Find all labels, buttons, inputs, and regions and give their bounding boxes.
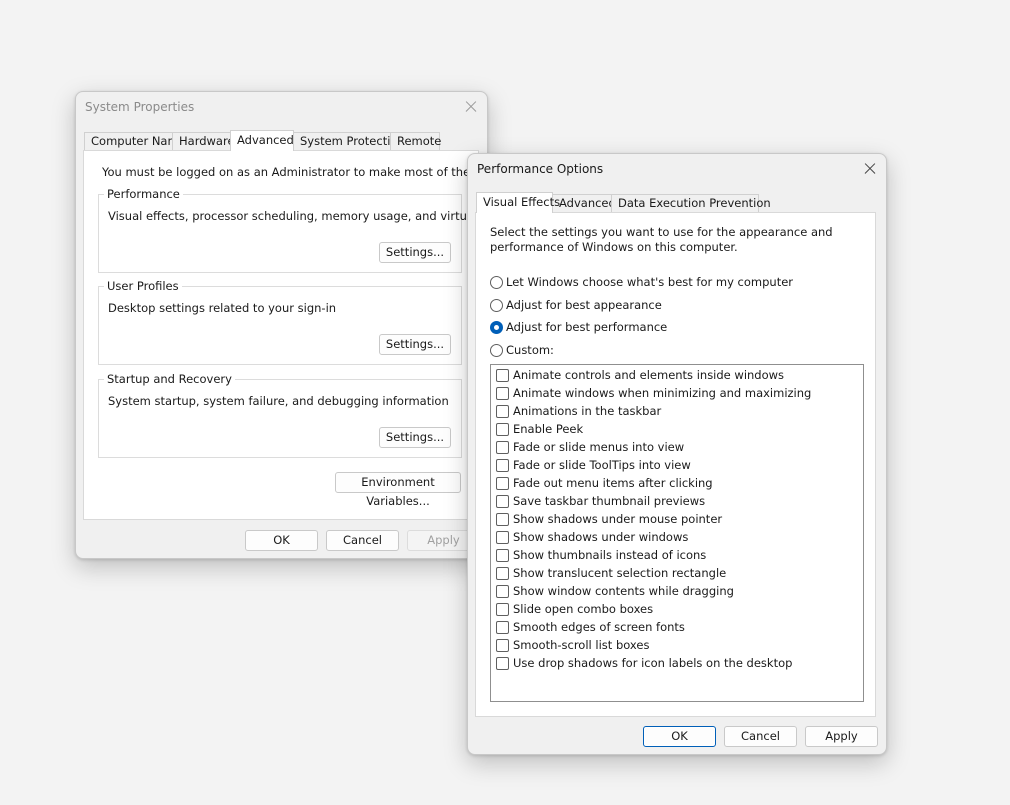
checkbox[interactable] [496, 657, 509, 670]
checkbox-label: Fade out menu items after clicking [513, 476, 713, 490]
intro-text: Select the settings you want to use for … [490, 225, 833, 255]
group-description: System startup, system failure, and debu… [108, 394, 449, 408]
checkbox[interactable] [496, 513, 509, 526]
checkbox-label: Smooth-scroll list boxes [513, 638, 650, 652]
user-profiles-group: User Profiles Desktop settings related t… [98, 279, 462, 365]
startup-recovery-settings-button[interactable]: Settings... [379, 427, 451, 448]
checkbox-label: Use drop shadows for icon labels on the … [513, 656, 793, 670]
checkbox[interactable] [496, 405, 509, 418]
radio-label: Adjust for best appearance [506, 298, 662, 312]
checkbox-label: Animate controls and elements inside win… [513, 368, 785, 382]
checkbox[interactable] [496, 585, 509, 598]
checkbox-label: Smooth edges of screen fonts [513, 620, 685, 634]
checkbox[interactable] [496, 387, 509, 400]
visual-effects-list[interactable]: Animate controls and elements inside win… [490, 364, 864, 702]
checkbox[interactable] [496, 531, 509, 544]
checkbox-label: Show translucent selection rectangle [513, 566, 727, 580]
checkbox-label: Animate windows when minimizing and maxi… [513, 386, 812, 400]
visual-effects-panel: Select the settings you want to use for … [475, 212, 876, 717]
checkbox-label: Show window contents while dragging [513, 584, 734, 598]
checkbox[interactable] [496, 423, 509, 436]
tab-advanced[interactable]: Advanced [230, 130, 294, 151]
group-label: Startup and Recovery [104, 372, 235, 386]
checkbox-label: Enable Peek [513, 422, 584, 436]
checkbox[interactable] [496, 621, 509, 634]
performance-options-window: Performance Options Visual Effects Advan… [467, 153, 887, 755]
checkbox-label: Show shadows under windows [513, 530, 689, 544]
performance-settings-button[interactable]: Settings... [379, 242, 451, 263]
checkbox-label: Save taskbar thumbnail previews [513, 494, 706, 508]
apply-button[interactable]: Apply [805, 726, 878, 747]
radio-label: Adjust for best performance [506, 320, 668, 334]
checkbox-label: Slide open combo boxes [513, 602, 654, 616]
system-properties-tabs: Computer Name Hardware Advanced System P… [84, 130, 484, 151]
advanced-tab-panel: You must be logged on as an Administrato… [83, 150, 487, 520]
system-properties-window: System Properties Computer Name Hardware… [75, 91, 488, 559]
cancel-button[interactable]: Cancel [724, 726, 797, 747]
environment-variables-button[interactable]: Environment Variables... [335, 472, 461, 508]
group-label: Performance [104, 187, 183, 201]
tab-remote[interactable]: Remote [390, 132, 441, 150]
tab-data-execution-prevention[interactable]: Data Execution Prevention [611, 194, 771, 212]
intro-line: performance of Windows on this computer. [490, 240, 738, 254]
ok-button[interactable]: OK [643, 726, 716, 747]
checkbox[interactable] [496, 459, 509, 472]
intro-line: Select the settings you want to use for … [490, 225, 833, 239]
radio-label: Custom: [506, 343, 554, 357]
performance-options-titlebar[interactable]: Performance Options [468, 154, 886, 184]
system-properties-titlebar[interactable]: System Properties [76, 92, 487, 122]
checkbox-label: Show shadows under mouse pointer [513, 512, 723, 526]
checkbox[interactable] [496, 567, 509, 580]
checkbox-label: Fade or slide ToolTips into view [513, 458, 691, 472]
close-icon[interactable] [856, 156, 882, 182]
radio-button[interactable] [490, 344, 503, 357]
tab-visual-effects[interactable]: Visual Effects [476, 192, 560, 213]
group-label: User Profiles [104, 279, 182, 293]
performance-group: Performance Visual effects, processor sc… [98, 187, 487, 273]
checkbox[interactable] [496, 495, 509, 508]
tab-advanced[interactable]: Advanced [552, 194, 616, 212]
window-title: Performance Options [477, 162, 604, 176]
checkbox[interactable] [496, 603, 509, 616]
checkbox[interactable] [496, 369, 509, 382]
close-icon[interactable] [457, 94, 483, 120]
cancel-button[interactable]: Cancel [326, 530, 399, 551]
checkbox-label: Show thumbnails instead of icons [513, 548, 707, 562]
radio-button-selected[interactable] [490, 321, 503, 334]
startup-recovery-group: Startup and Recovery System startup, sys… [98, 372, 462, 458]
radio-button[interactable] [490, 299, 503, 312]
checkbox[interactable] [496, 639, 509, 652]
group-description: Visual effects, processor scheduling, me… [108, 209, 488, 223]
tab-hardware[interactable]: Hardware [172, 132, 235, 150]
checkbox[interactable] [496, 549, 509, 562]
checkbox[interactable] [496, 441, 509, 454]
group-description: Desktop settings related to your sign-in [108, 301, 337, 315]
admin-note: You must be logged on as an Administrato… [102, 165, 487, 179]
performance-options-tabs: Visual Effects Advanced Data Execution P… [476, 192, 876, 213]
radio-label: Let Windows choose what's best for my co… [506, 275, 794, 289]
tab-computer-name[interactable]: Computer Name [84, 132, 186, 150]
checkbox-label: Fade or slide menus into view [513, 440, 685, 454]
checkbox-label: Animations in the taskbar [513, 404, 662, 418]
window-title: System Properties [85, 100, 195, 114]
user-profiles-settings-button[interactable]: Settings... [379, 334, 451, 355]
radio-button[interactable] [490, 276, 503, 289]
checkbox[interactable] [496, 477, 509, 490]
tab-system-protection[interactable]: System Protection [293, 132, 405, 150]
ok-button[interactable]: OK [245, 530, 318, 551]
